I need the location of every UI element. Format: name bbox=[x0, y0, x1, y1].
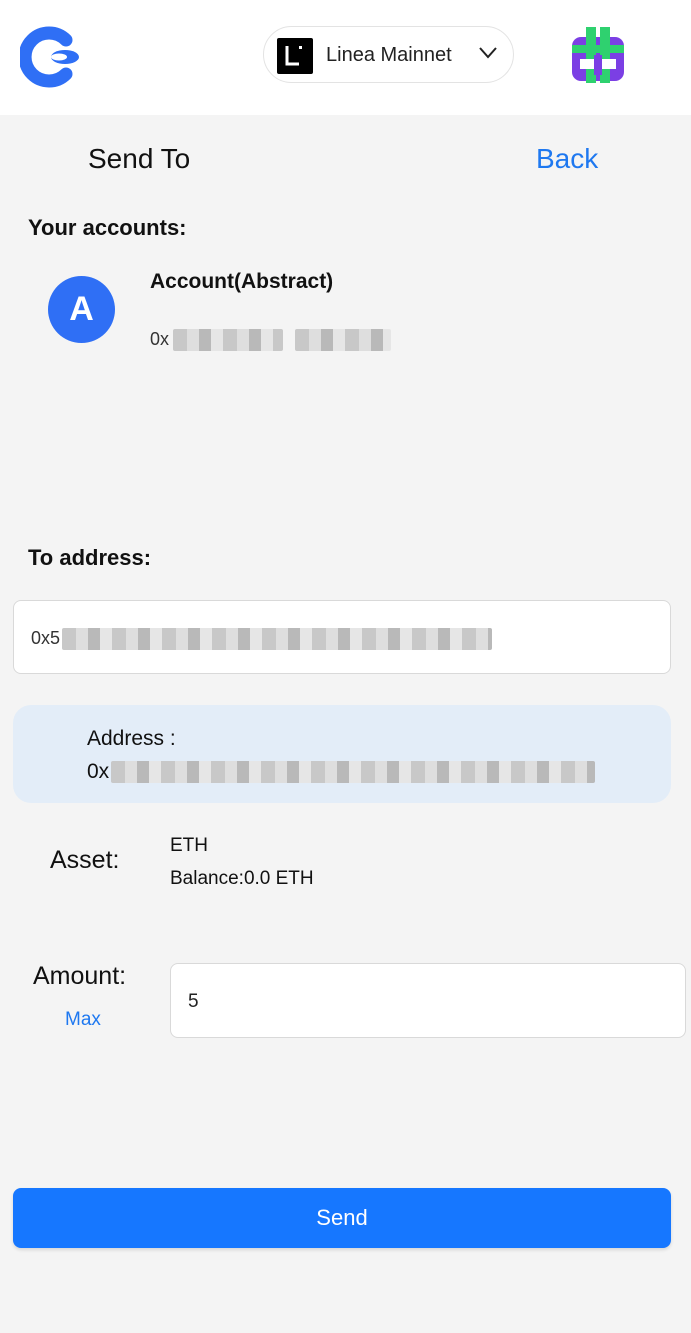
to-address-section-label: To address: bbox=[28, 545, 152, 570]
network-selector[interactable]: Linea Mainnet bbox=[263, 26, 514, 83]
account-name: Account(Abstract) bbox=[150, 270, 334, 293]
redacted-text bbox=[111, 761, 596, 784]
linea-logo-icon bbox=[277, 38, 313, 74]
resolved-address-prefix: 0x bbox=[87, 760, 110, 783]
account-address: 0x bbox=[150, 329, 392, 352]
accounts-section-label: Your accounts: bbox=[28, 215, 187, 240]
amount-input[interactable]: 5 bbox=[170, 963, 686, 1038]
network-label: Linea Mainnet bbox=[326, 44, 452, 66]
send-button[interactable]: Send bbox=[13, 1188, 671, 1248]
max-button[interactable]: Max bbox=[65, 1009, 101, 1031]
asset-label: Asset: bbox=[50, 846, 120, 874]
to-address-input[interactable]: 0x5 bbox=[13, 600, 671, 674]
page-title: Send To bbox=[88, 143, 191, 174]
redacted-text bbox=[62, 628, 493, 651]
to-address-value: 0x5 bbox=[31, 628, 61, 648]
profile-badge-icon[interactable] bbox=[570, 27, 626, 83]
top-bar: Linea Mainnet bbox=[0, 0, 691, 115]
account-address-prefix: 0x bbox=[150, 329, 170, 349]
amount-label: Amount: bbox=[33, 962, 127, 990]
app-logo-icon[interactable] bbox=[20, 26, 82, 88]
asset-name: ETH bbox=[170, 835, 208, 856]
redacted-text bbox=[295, 329, 392, 352]
chevron-down-icon bbox=[479, 47, 497, 59]
redacted-text bbox=[173, 329, 284, 352]
asset-balance: Balance:0.0 ETH bbox=[170, 868, 314, 889]
resolved-address-card: Address : 0x bbox=[13, 705, 671, 803]
back-link[interactable]: Back bbox=[536, 143, 598, 175]
resolved-address-value: 0x bbox=[87, 760, 596, 784]
account-avatar: A bbox=[48, 276, 115, 343]
resolved-address-label: Address : bbox=[87, 727, 176, 750]
